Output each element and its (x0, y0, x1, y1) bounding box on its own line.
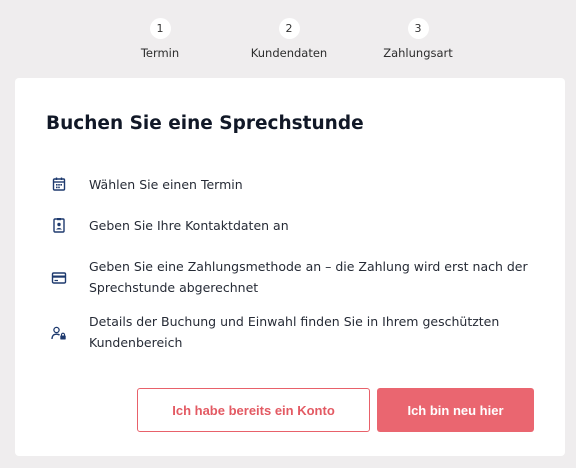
info-item-text: Geben Sie Ihre Kontaktdaten an (89, 218, 289, 233)
info-item-text: Details der Buchung und Einwahl finden S… (89, 314, 500, 350)
user-lock-icon (51, 325, 67, 341)
step-label: Kundendaten (250, 46, 328, 60)
existing-account-button[interactable]: Ich habe bereits ein Konto (137, 388, 370, 432)
step-kundendaten: 2 Kundendaten (234, 18, 344, 60)
info-item-text: Wählen Sie einen Termin (89, 177, 243, 192)
booking-card: Buchen Sie eine Sprechstunde Wählen Sie … (15, 78, 565, 456)
contact-card-icon (51, 217, 67, 233)
page-title: Buchen Sie eine Sprechstunde (46, 113, 364, 134)
booking-stepper: 1 Termin 2 Kundendaten 3 Zahlungsart (0, 0, 576, 70)
step-zahlungsart: 3 Zahlungsart (363, 18, 473, 60)
step-number: 3 (407, 18, 429, 39)
step-label: Zahlungsart (383, 46, 453, 60)
credit-card-icon (51, 270, 67, 286)
step-termin: 1 Termin (105, 18, 215, 60)
step-number: 1 (149, 18, 171, 39)
calendar-icon (51, 176, 67, 192)
step-number: 2 (278, 18, 300, 39)
info-item-text: Geben Sie eine Zahlungsmethode an – die … (89, 259, 528, 295)
step-label: Termin (140, 46, 180, 60)
new-customer-button[interactable]: Ich bin neu hier (377, 388, 534, 432)
